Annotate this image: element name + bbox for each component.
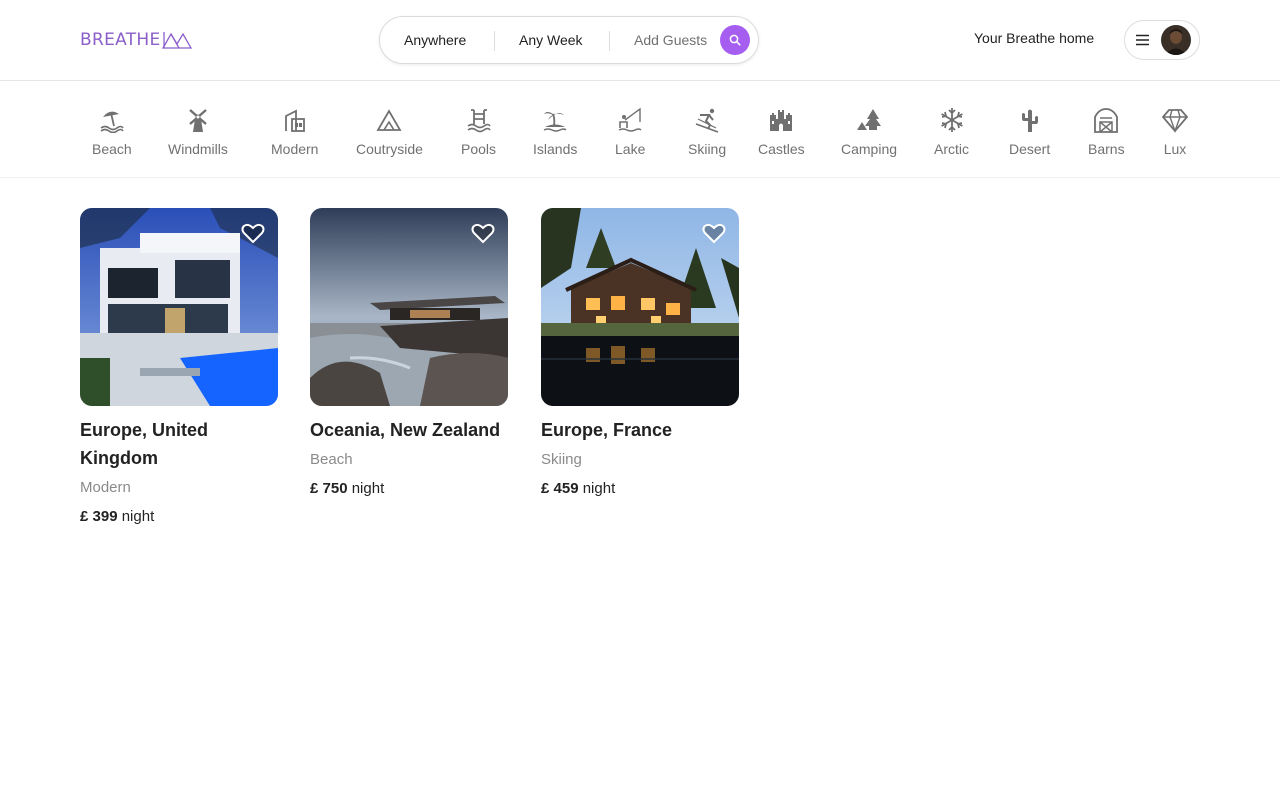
snowflake-icon [940,108,963,132]
category-skiing[interactable]: Skiing [688,107,726,157]
search-guests-field[interactable]: Add Guests [634,16,707,64]
pool-icon [467,109,491,133]
category-bar: Beach Windmills Modern Coutryside Pools … [0,81,1280,178]
category-label: Desert [1009,141,1051,157]
price-amount: 459 [553,480,579,497]
price-currency: £ [541,480,550,497]
cactus-icon [1021,109,1038,132]
island-palm-icon [543,112,567,132]
listing-photo[interactable] [310,208,508,406]
search-location-field[interactable]: Anywhere [404,16,466,64]
listing-price: £ 750 night [310,478,508,500]
category-label: Camping [841,141,898,157]
search-divider [494,31,495,51]
search-date-field[interactable]: Any Week [519,16,583,64]
category-label: Lake [615,141,646,157]
price-unit: night [121,508,155,525]
camping-tent-icon [857,109,882,130]
price-unit: night [351,480,385,497]
favorite-heart-icon[interactable] [470,220,496,246]
category-label: Castles [758,141,805,157]
hamburger-menu-icon [1136,34,1149,46]
category-label: Pools [461,141,497,157]
category-label: Islands [533,141,578,157]
category-pools[interactable]: Pools [461,107,496,157]
category-lux[interactable]: Lux [1162,107,1188,157]
category-label: Coutryside [356,141,423,157]
listing-location: Oceania, New Zealand [310,420,501,440]
user-menu-button[interactable] [1124,20,1200,60]
favorite-heart-icon[interactable] [240,220,266,246]
category-barns[interactable]: Barns [1088,107,1125,157]
category-label: Lux [1163,141,1187,157]
price-unit: night [582,480,616,497]
category-desert[interactable]: Desert [1009,107,1050,157]
beach-umbrella-icon [100,111,124,133]
avatar [1161,25,1191,55]
listing-photo[interactable] [80,208,278,406]
castle-icon [770,110,793,131]
mountain-icon [376,109,403,131]
category-modern[interactable]: Modern [271,107,318,157]
listing-location: Europe, United Kingdom [80,420,209,468]
brand-name: BREATHE [80,30,161,50]
top-header: BREATHE Anywhere Any Week Add Guests You… [0,0,1280,81]
category-islands[interactable]: Islands [533,107,577,157]
listing-location: Europe, France [541,420,673,440]
category-windmills[interactable]: Windmills [168,107,228,157]
category-camping[interactable]: Camping [841,107,897,157]
listing-category: Skiing [541,451,582,468]
mountain-logo-icon [161,32,192,49]
barn-icon [1094,108,1119,133]
category-coutryside[interactable]: Coutryside [356,107,423,157]
favorite-heart-icon[interactable] [701,220,727,246]
windmill-icon [189,109,207,132]
search-divider [609,31,610,51]
price-currency: £ [310,480,319,497]
listing-price: £ 399 night [80,506,278,528]
category-label: Skiing [688,141,727,157]
listing-card[interactable]: Europe, France Skiing £ 459 night [541,208,739,500]
search-icon [729,34,741,46]
category-arctic[interactable]: Arctic [934,107,969,157]
skier-icon [695,108,719,133]
category-beach[interactable]: Beach [92,107,132,157]
host-home-link[interactable]: Your Breathe home [974,30,1094,46]
listing-card[interactable]: Europe, United Kingdom Modern £ 399 nigh… [80,208,278,528]
category-lake[interactable]: Lake [615,107,645,157]
listing-price: £ 459 night [541,478,739,500]
price-currency: £ [80,508,89,525]
listing-photo[interactable] [541,208,739,406]
category-castles[interactable]: Castles [758,107,805,157]
listing-category: Modern [80,479,131,496]
price-amount: 399 [92,508,118,525]
category-label: Beach [92,141,132,157]
modern-house-icon [284,109,305,132]
price-amount: 750 [322,480,348,497]
search-bar[interactable]: Anywhere Any Week Add Guests [379,16,759,64]
category-label: Arctic [934,141,969,157]
listing-category: Beach [310,451,353,468]
search-button[interactable] [720,25,750,55]
category-label: Modern [271,141,319,157]
listing-card[interactable]: Oceania, New Zealand Beach £ 750 night [310,208,508,500]
lake-fishing-icon [618,107,642,132]
diamond-icon [1162,109,1188,133]
category-label: Barns [1088,141,1125,157]
category-label: Windmills [168,141,228,157]
brand-logo[interactable]: BREATHE [80,28,192,52]
